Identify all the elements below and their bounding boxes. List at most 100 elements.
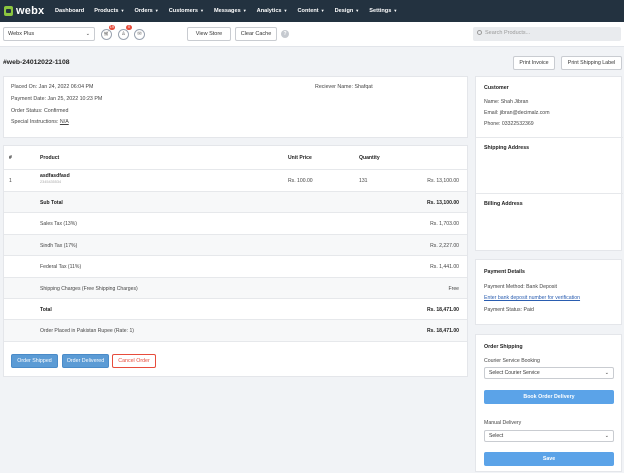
- summary-row: Federal Tax (11%) Rs. 1,441.00: [4, 255, 467, 276]
- manual-delivery-select[interactable]: Select ⌄: [484, 430, 614, 442]
- divider: [476, 137, 623, 138]
- cart-button[interactable]: 🛒︎ 19: [101, 25, 115, 40]
- special-instructions-value[interactable]: N/A: [60, 119, 69, 125]
- quantity: 131: [359, 178, 368, 184]
- user-icon: ♙: [121, 31, 126, 37]
- summary-row: Sub Total Rs. 13,100.00: [4, 191, 467, 213]
- order-info-card: Placed On: Jan 24, 2022 06:04 PM Payment…: [3, 76, 468, 138]
- nav-item-settings[interactable]: Settings ▼: [364, 8, 402, 14]
- user-badge: 0: [126, 25, 132, 30]
- message-button[interactable]: ✉: [134, 29, 145, 40]
- customer-email: Email: jibran@decimalz.com: [484, 110, 550, 116]
- special-instructions-label: Special Instructions:: [11, 119, 59, 125]
- product-sku: 2345435534: [40, 180, 62, 184]
- divider: [476, 193, 623, 194]
- summary-label: Total: [40, 307, 52, 313]
- chevron-down-icon: ▼: [283, 8, 288, 13]
- print-shipping-label-button[interactable]: Print Shipping Label: [561, 56, 622, 70]
- nav-item-design[interactable]: Design ▼: [330, 8, 365, 14]
- summary-value: Free: [448, 285, 459, 292]
- col-header-quantity: Quantity: [359, 155, 380, 161]
- brand[interactable]: webx: [0, 5, 50, 17]
- nav-item-products[interactable]: Products ▼: [89, 8, 129, 14]
- courier-service-select-value: Select Courier Service: [489, 370, 540, 376]
- nav-item-label: Content: [297, 8, 319, 14]
- shipping-address-heading: Shipping Address: [484, 145, 530, 151]
- store-select[interactable]: Webx Plus ⌄: [3, 27, 95, 41]
- user-button[interactable]: ♙ 0: [118, 25, 132, 40]
- customer-name: Name: Shah Jibran: [484, 99, 529, 105]
- summary-label: Sub Total: [40, 200, 63, 206]
- special-instructions: Special Instructions: N/A: [11, 119, 69, 125]
- customer-heading: Customer: [484, 85, 509, 91]
- payment-heading: Payment Details: [484, 269, 525, 275]
- product-name[interactable]: asdfasdfasd: [40, 173, 70, 179]
- order-shipping-heading: Order Shipping: [484, 344, 523, 350]
- summary-label: Sales Tax (13%): [40, 221, 77, 228]
- view-store-button[interactable]: View Store: [187, 27, 231, 41]
- manual-delivery-label: Manual Delivery: [484, 420, 522, 426]
- help-icon[interactable]: ?: [281, 30, 289, 38]
- chevron-down-icon: ▼: [120, 8, 125, 13]
- nav-item-analytics[interactable]: Analytics ▼: [252, 8, 293, 14]
- search-placeholder: Search Products...: [485, 30, 531, 36]
- search-input[interactable]: Search Products...: [473, 27, 621, 41]
- nav-item-customers[interactable]: Customers ▼: [164, 8, 209, 14]
- nav-item-label: Design: [334, 8, 354, 14]
- save-button[interactable]: Save: [484, 452, 614, 466]
- chevron-down-icon: ▼: [154, 8, 159, 13]
- col-header-product: Product: [40, 155, 60, 161]
- table-footer-divider: [4, 341, 467, 342]
- message-icon: ✉: [137, 31, 142, 37]
- summary-value: Rs. 1,703.00: [430, 221, 459, 228]
- order-shipped-button[interactable]: Order Shipped: [11, 354, 58, 368]
- top-navbar: webx Dashboard Products ▼ Orders ▼ Customers ▼…: [0, 0, 624, 22]
- summary-value: Rs. 2,227.00: [430, 242, 459, 249]
- cancel-order-button[interactable]: Cancel Order: [112, 354, 156, 368]
- summary-value: Rs. 18,471.00: [426, 307, 459, 313]
- search-icon: [477, 30, 482, 35]
- order-delivered-button[interactable]: Order Delivered: [62, 354, 109, 368]
- summary-label: Shipping Charges (Free Shipping Charges): [40, 285, 138, 292]
- book-order-delivery-button[interactable]: Book Order Delivery: [484, 390, 614, 404]
- order-shipping-card: Order Shipping Courier Service Booking S…: [475, 334, 622, 472]
- nav-item-label: Orders: [134, 8, 153, 14]
- nav-item-orders[interactable]: Orders ▼: [129, 8, 163, 14]
- summary-value: Rs. 18,471.00: [426, 328, 459, 335]
- brand-name: webx: [16, 5, 45, 17]
- line-total: Rs. 13,100.00: [427, 178, 459, 184]
- unit-price: Rs. 100.00: [288, 178, 313, 184]
- manual-delivery-select-value: Select: [489, 433, 504, 439]
- webx-logo-icon: [4, 6, 13, 16]
- payment-method: Payment Method: Bank Deposit: [484, 284, 557, 290]
- nav-item-content[interactable]: Content ▼: [293, 8, 330, 14]
- bank-deposit-link[interactable]: Enter bank deposit number for verificati…: [484, 295, 580, 301]
- print-invoice-button[interactable]: Print Invoice: [513, 56, 555, 70]
- chevron-down-icon: ▼: [393, 8, 398, 13]
- courier-service-select[interactable]: Select Courier Service ⌄: [484, 367, 614, 379]
- nav-item-dashboard[interactable]: Dashboard: [50, 8, 89, 14]
- billing-address-heading: Billing Address: [484, 201, 523, 207]
- cart-icon: 🛒︎: [103, 31, 110, 37]
- summary-label: Sindh Tax (17%): [40, 242, 78, 249]
- nav-item-label: Customers: [168, 8, 198, 14]
- nav-item-label: Analytics: [256, 8, 282, 14]
- summary-row: Order Placed in Pakistan Rupee (Rate: 1)…: [4, 319, 467, 341]
- chevron-down-icon: ⌄: [604, 433, 609, 439]
- summary-value: Rs. 1,441.00: [430, 264, 459, 271]
- clear-cache-button[interactable]: Clear Cache: [235, 27, 277, 41]
- chevron-down-icon: ⌄: [85, 31, 90, 37]
- order-id-title: #web-24012022-1108: [3, 59, 70, 66]
- chevron-down-icon: ⌄: [604, 370, 609, 376]
- courier-service-label: Courier Service Booking: [484, 358, 540, 364]
- cart-badge: 19: [108, 25, 115, 30]
- chevron-down-icon: ▼: [355, 8, 360, 13]
- nav-item-label: Products: [94, 8, 119, 14]
- nav-item-label: Dashboard: [55, 8, 85, 14]
- nav-item-label: Settings: [369, 8, 392, 14]
- nav-item-messages[interactable]: Messages ▼: [209, 8, 252, 14]
- summary-value: Rs. 13,100.00: [426, 200, 459, 206]
- order-status: Order Status: Confirmed: [11, 108, 69, 114]
- payment-date: Payment Date: Jan 25, 2022 10:23 PM: [11, 96, 103, 102]
- customer-card: Customer Name: Shah Jibran Email: jibran…: [475, 76, 623, 251]
